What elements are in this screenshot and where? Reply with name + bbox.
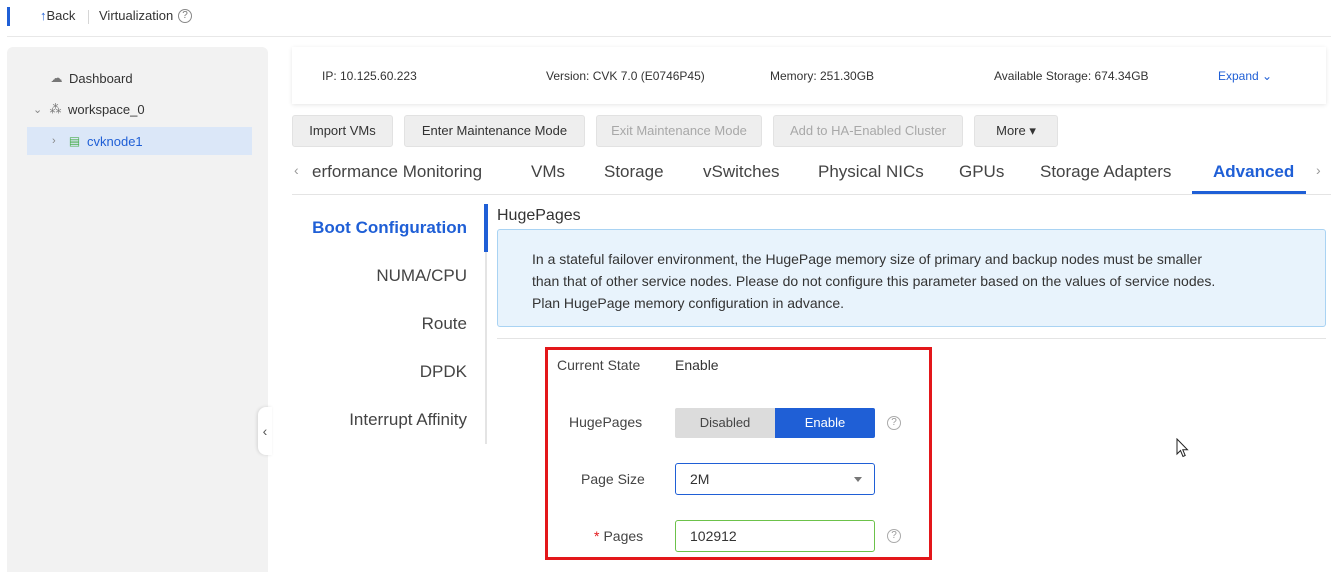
page-size-label: Page Size [581, 471, 645, 487]
tab-advanced[interactable]: Advanced [1213, 162, 1294, 182]
exit-maintenance-button[interactable]: Exit Maintenance Mode [596, 115, 762, 147]
hugepages-label: HugePages [569, 414, 643, 430]
version-text: Version: CVK 7.0 (E0746P45) [546, 69, 705, 83]
notice-text: In a stateful failover environment, the … [532, 251, 1216, 311]
tab-vswitches[interactable]: vSwitches [703, 162, 780, 182]
expand-button[interactable]: Expand ⌄ [1218, 69, 1272, 83]
hugepages-toggle[interactable]: Disabled Enable [675, 408, 875, 438]
sidebar [7, 47, 268, 572]
host-summary-bar: IP: 10.125.60.223 Version: CVK 7.0 (E074… [292, 47, 1326, 104]
caret-down-icon [854, 477, 862, 482]
more-dropdown-button[interactable]: More ▾ [974, 115, 1058, 147]
submenu-active-indicator [484, 204, 488, 252]
current-state-value: Enable [675, 357, 719, 373]
tab-performance-monitoring[interactable]: erformance Monitoring [312, 162, 482, 182]
tab-storage[interactable]: Storage [604, 162, 664, 182]
chevron-right-icon[interactable]: › [52, 135, 64, 147]
help-icon[interactable]: ? [178, 9, 192, 23]
divider [7, 36, 1331, 37]
chevron-down-icon[interactable]: ⌄ [33, 103, 45, 116]
host-icon: ▤ [68, 133, 81, 148]
cloud-icon: ☁ [50, 70, 63, 85]
collapse-sidebar-button[interactable]: ‹ [258, 407, 272, 455]
breadcrumb: Virtualization [99, 8, 174, 23]
host-tabs: ‹ erformance Monitoring VMs Storage vSwi… [292, 150, 1331, 195]
back-button[interactable]: ↑Back [40, 8, 75, 23]
required-mark: * [594, 528, 600, 544]
tab-vms[interactable]: VMs [531, 162, 565, 182]
tab-gpus[interactable]: GPUs [959, 162, 1004, 182]
divider [497, 338, 1326, 339]
tab-physical-nics[interactable]: Physical NICs [818, 162, 924, 182]
current-state-label: Current State [557, 357, 641, 373]
submenu-boot-configuration[interactable]: Boot Configuration [312, 218, 467, 238]
pages-input[interactable] [675, 520, 875, 552]
storage-text: Available Storage: 674.34GB [994, 69, 1149, 83]
submenu-route[interactable]: Route [422, 314, 467, 334]
help-icon[interactable]: ? [887, 416, 901, 430]
info-notice: In a stateful failover environment, the … [497, 229, 1326, 327]
tab-storage-adapters[interactable]: Storage Adapters [1040, 162, 1171, 182]
memory-text: Memory: 251.30GB [770, 69, 875, 83]
section-title: HugePages [497, 207, 581, 224]
enter-maintenance-button[interactable]: Enter Maintenance Mode [404, 115, 585, 147]
pages-label: * Pages [594, 528, 644, 544]
mouse-pointer-icon [1176, 438, 1189, 458]
sidebar-item-dashboard[interactable]: ☁ Dashboard [50, 64, 133, 92]
cluster-icon: ⁂ [49, 101, 62, 116]
disabled-option[interactable]: Disabled [675, 408, 775, 438]
sidebar-item-workspace[interactable]: ⌄ ⁂ workspace_0 [33, 95, 145, 123]
active-tab-indicator [1192, 191, 1306, 194]
import-vms-button[interactable]: Import VMs [292, 115, 393, 147]
submenu-dpdk[interactable]: DPDK [420, 362, 467, 382]
accent-bar [7, 7, 10, 26]
add-ha-cluster-button[interactable]: Add to HA-Enabled Cluster [773, 115, 963, 147]
help-icon[interactable]: ? [887, 529, 901, 543]
page-size-select[interactable]: 2M [675, 463, 875, 495]
enable-option[interactable]: Enable [775, 408, 875, 438]
page-size-value: 2M [690, 471, 710, 487]
chevron-right-icon[interactable]: › [1316, 162, 1321, 178]
divider [88, 10, 89, 24]
submenu-interrupt-affinity[interactable]: Interrupt Affinity [349, 410, 467, 430]
sidebar-item-cvknode1[interactable]: › ▤ cvknode1 [27, 127, 252, 155]
top-bar: ↑Back Virtualization ? [0, 0, 1331, 37]
chevron-left-icon[interactable]: ‹ [294, 162, 299, 178]
ip-text: IP: 10.125.60.223 [322, 69, 417, 83]
submenu-numa-cpu[interactable]: NUMA/CPU [376, 266, 467, 286]
